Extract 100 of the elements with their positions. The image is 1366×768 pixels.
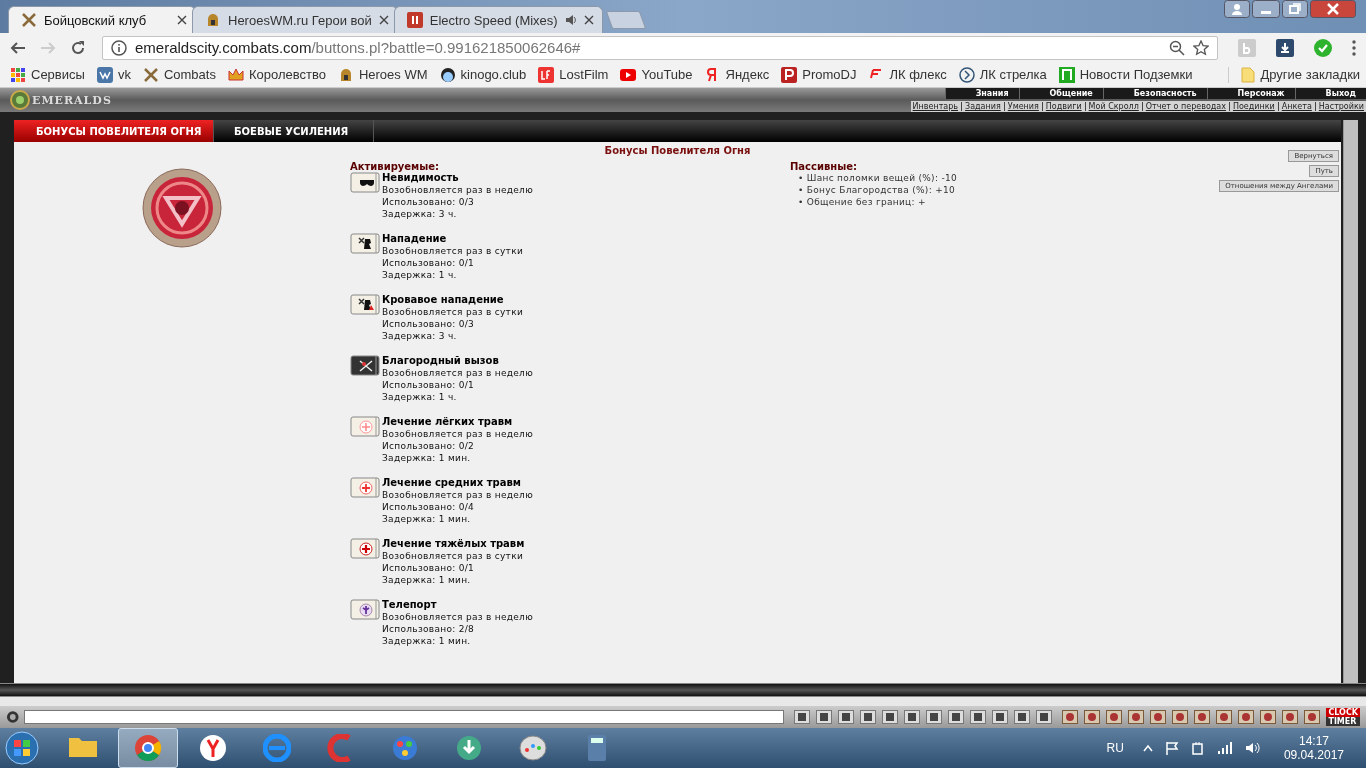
menu-link[interactable]: Подвиги	[1045, 101, 1082, 112]
tab[interactable]: БОНУСЫ ПОВЕЛИТЕЛЯ ОГНЯ	[14, 120, 214, 142]
tool-icon[interactable]	[970, 710, 987, 724]
download-icon[interactable]	[1276, 38, 1294, 57]
clock-date[interactable]: 09.04.2017	[1283, 748, 1344, 762]
action-icon[interactable]	[1304, 710, 1321, 724]
action-icon[interactable]	[1150, 710, 1167, 724]
bookmark[interactable]: Королевство	[227, 66, 326, 83]
bookmark-folder[interactable]: Другие закладки	[1228, 66, 1361, 83]
tab[interactable]: БОЕВЫЕ УСИЛЕНИЯ	[214, 120, 374, 142]
bookmark[interactable]: YouTube	[620, 66, 693, 83]
bookmark[interactable]: ЛК стрелка	[958, 66, 1047, 83]
bookmark[interactable]: kinogo.club	[439, 66, 527, 83]
menu-item[interactable]: Общение	[1018, 88, 1103, 99]
tool-icon[interactable]	[992, 710, 1009, 724]
tool-icon[interactable]	[794, 710, 811, 724]
menu-item[interactable]: Безопасность	[1102, 88, 1207, 99]
menu-item[interactable]: Персонаж	[1206, 88, 1295, 99]
bookmark[interactable]: LostFilm	[538, 66, 609, 83]
reload-icon[interactable]	[70, 39, 86, 56]
ability-name[interactable]: Кровавое нападение	[382, 294, 524, 306]
signal-icon[interactable]	[1216, 741, 1233, 755]
menu-link[interactable]: Инвентарь	[912, 101, 959, 112]
chat-input-field[interactable]	[23, 710, 785, 724]
scroll-icon[interactable]	[350, 599, 380, 621]
action-icon[interactable]	[1172, 710, 1189, 724]
tool-icon[interactable]	[838, 710, 855, 724]
action-icon[interactable]	[1260, 710, 1277, 724]
bookmark[interactable]: PromoDJ	[781, 66, 857, 83]
profile-icon[interactable]	[1224, 0, 1250, 18]
close-icon[interactable]	[1310, 0, 1356, 18]
ability-name[interactable]: Невидимость	[382, 172, 534, 184]
flag-icon[interactable]	[1164, 741, 1179, 755]
ability-name[interactable]: Лечение лёгких травм	[382, 416, 534, 428]
ability-usage: Использовано: 0/1	[382, 562, 476, 574]
address-bar[interactable]: emeraldscity.combats.com/buttons.pl?battle=0.991621850062646#	[102, 35, 1218, 60]
scrollbar[interactable]	[1343, 120, 1358, 683]
minimize-icon[interactable]	[1252, 0, 1280, 18]
volume-icon[interactable]	[1244, 741, 1261, 755]
tool-icon[interactable]	[948, 710, 965, 724]
ability-name[interactable]: Благородный вызов	[382, 355, 534, 367]
clock-label[interactable]: CLOCK	[1326, 708, 1360, 717]
menu-link[interactable]: Анкета	[1281, 101, 1312, 112]
language-indicator[interactable]: RU	[1106, 741, 1124, 755]
tool-icon[interactable]	[1014, 710, 1031, 724]
scroll-icon[interactable]	[350, 355, 380, 377]
chat-icon[interactable]	[6, 710, 20, 724]
action-icon[interactable]	[1216, 710, 1233, 724]
ability-usage: Использовано: 0/1	[382, 379, 476, 391]
ability-name[interactable]: Телепорт	[382, 599, 534, 611]
check-icon[interactable]	[1314, 38, 1332, 57]
action-icon[interactable]	[1238, 710, 1255, 724]
menu-item[interactable]: Выход	[1294, 88, 1366, 99]
action-icon[interactable]	[1282, 710, 1299, 724]
action-icon[interactable]	[1106, 710, 1123, 724]
bookmark[interactable]: vk	[96, 66, 131, 83]
tool-icon[interactable]	[816, 710, 833, 724]
ability-name[interactable]: Лечение средних травм	[382, 477, 534, 489]
tool-icon[interactable]	[882, 710, 899, 724]
action-icon[interactable]	[1194, 710, 1211, 724]
menu-link[interactable]: Отчет о переводах	[1145, 101, 1226, 112]
timer-label[interactable]: TIMER	[1326, 717, 1360, 726]
tool-icon[interactable]	[926, 710, 943, 724]
bookmark[interactable]: Heroes WM	[337, 66, 428, 83]
tool-icon[interactable]	[904, 710, 921, 724]
menu-link[interactable]: Задания	[965, 101, 1001, 112]
ability-name[interactable]: Нападение	[382, 233, 524, 245]
menu-link[interactable]: Поединки	[1232, 101, 1275, 112]
bookmark[interactable]: Сервисы	[10, 66, 85, 83]
clock-time[interactable]: 14:17	[1298, 734, 1329, 748]
tool-icon[interactable]	[1036, 710, 1053, 724]
start-button[interactable]	[4, 730, 40, 766]
scroll-icon[interactable]	[350, 172, 380, 194]
browser-icon	[134, 734, 162, 762]
restore-icon[interactable]	[1282, 0, 1308, 18]
ability-name[interactable]: Лечение тяжёлых травм	[382, 538, 525, 550]
star-icon[interactable]	[1193, 39, 1209, 56]
menu-link[interactable]: Мой Скролл	[1088, 101, 1139, 112]
close-icon[interactable]	[177, 15, 187, 25]
action-icon[interactable]	[1084, 710, 1101, 724]
action-icon[interactable]	[1062, 710, 1079, 724]
back-icon[interactable]	[10, 39, 26, 56]
menu-link[interactable]: Настройки	[1318, 101, 1364, 112]
browser-tab[interactable]: Electro Speed (Mixes)	[393, 6, 603, 33]
zoom-out-icon[interactable]	[1169, 39, 1185, 56]
action-icon[interactable]	[1128, 710, 1145, 724]
scroll-icon[interactable]	[350, 294, 380, 316]
menu-item[interactable]: Знания	[944, 88, 1019, 99]
close-icon[interactable]	[583, 15, 594, 25]
close-icon[interactable]	[378, 15, 389, 25]
scroll-icon[interactable]	[350, 233, 380, 255]
tool-icon[interactable]	[860, 710, 877, 724]
bookmark[interactable]: ЛК флекс	[868, 66, 947, 83]
ability-usage: Использовано: 0/2	[382, 440, 476, 452]
bookmark[interactable]: Новости Подземки	[1058, 66, 1193, 83]
bookmark[interactable]: Яндекс	[704, 66, 770, 83]
menu-icon[interactable]	[1352, 39, 1356, 56]
menu-link[interactable]: Умения	[1007, 101, 1039, 112]
bookmark[interactable]: Combats	[142, 66, 216, 83]
info-icon[interactable]	[111, 39, 127, 56]
